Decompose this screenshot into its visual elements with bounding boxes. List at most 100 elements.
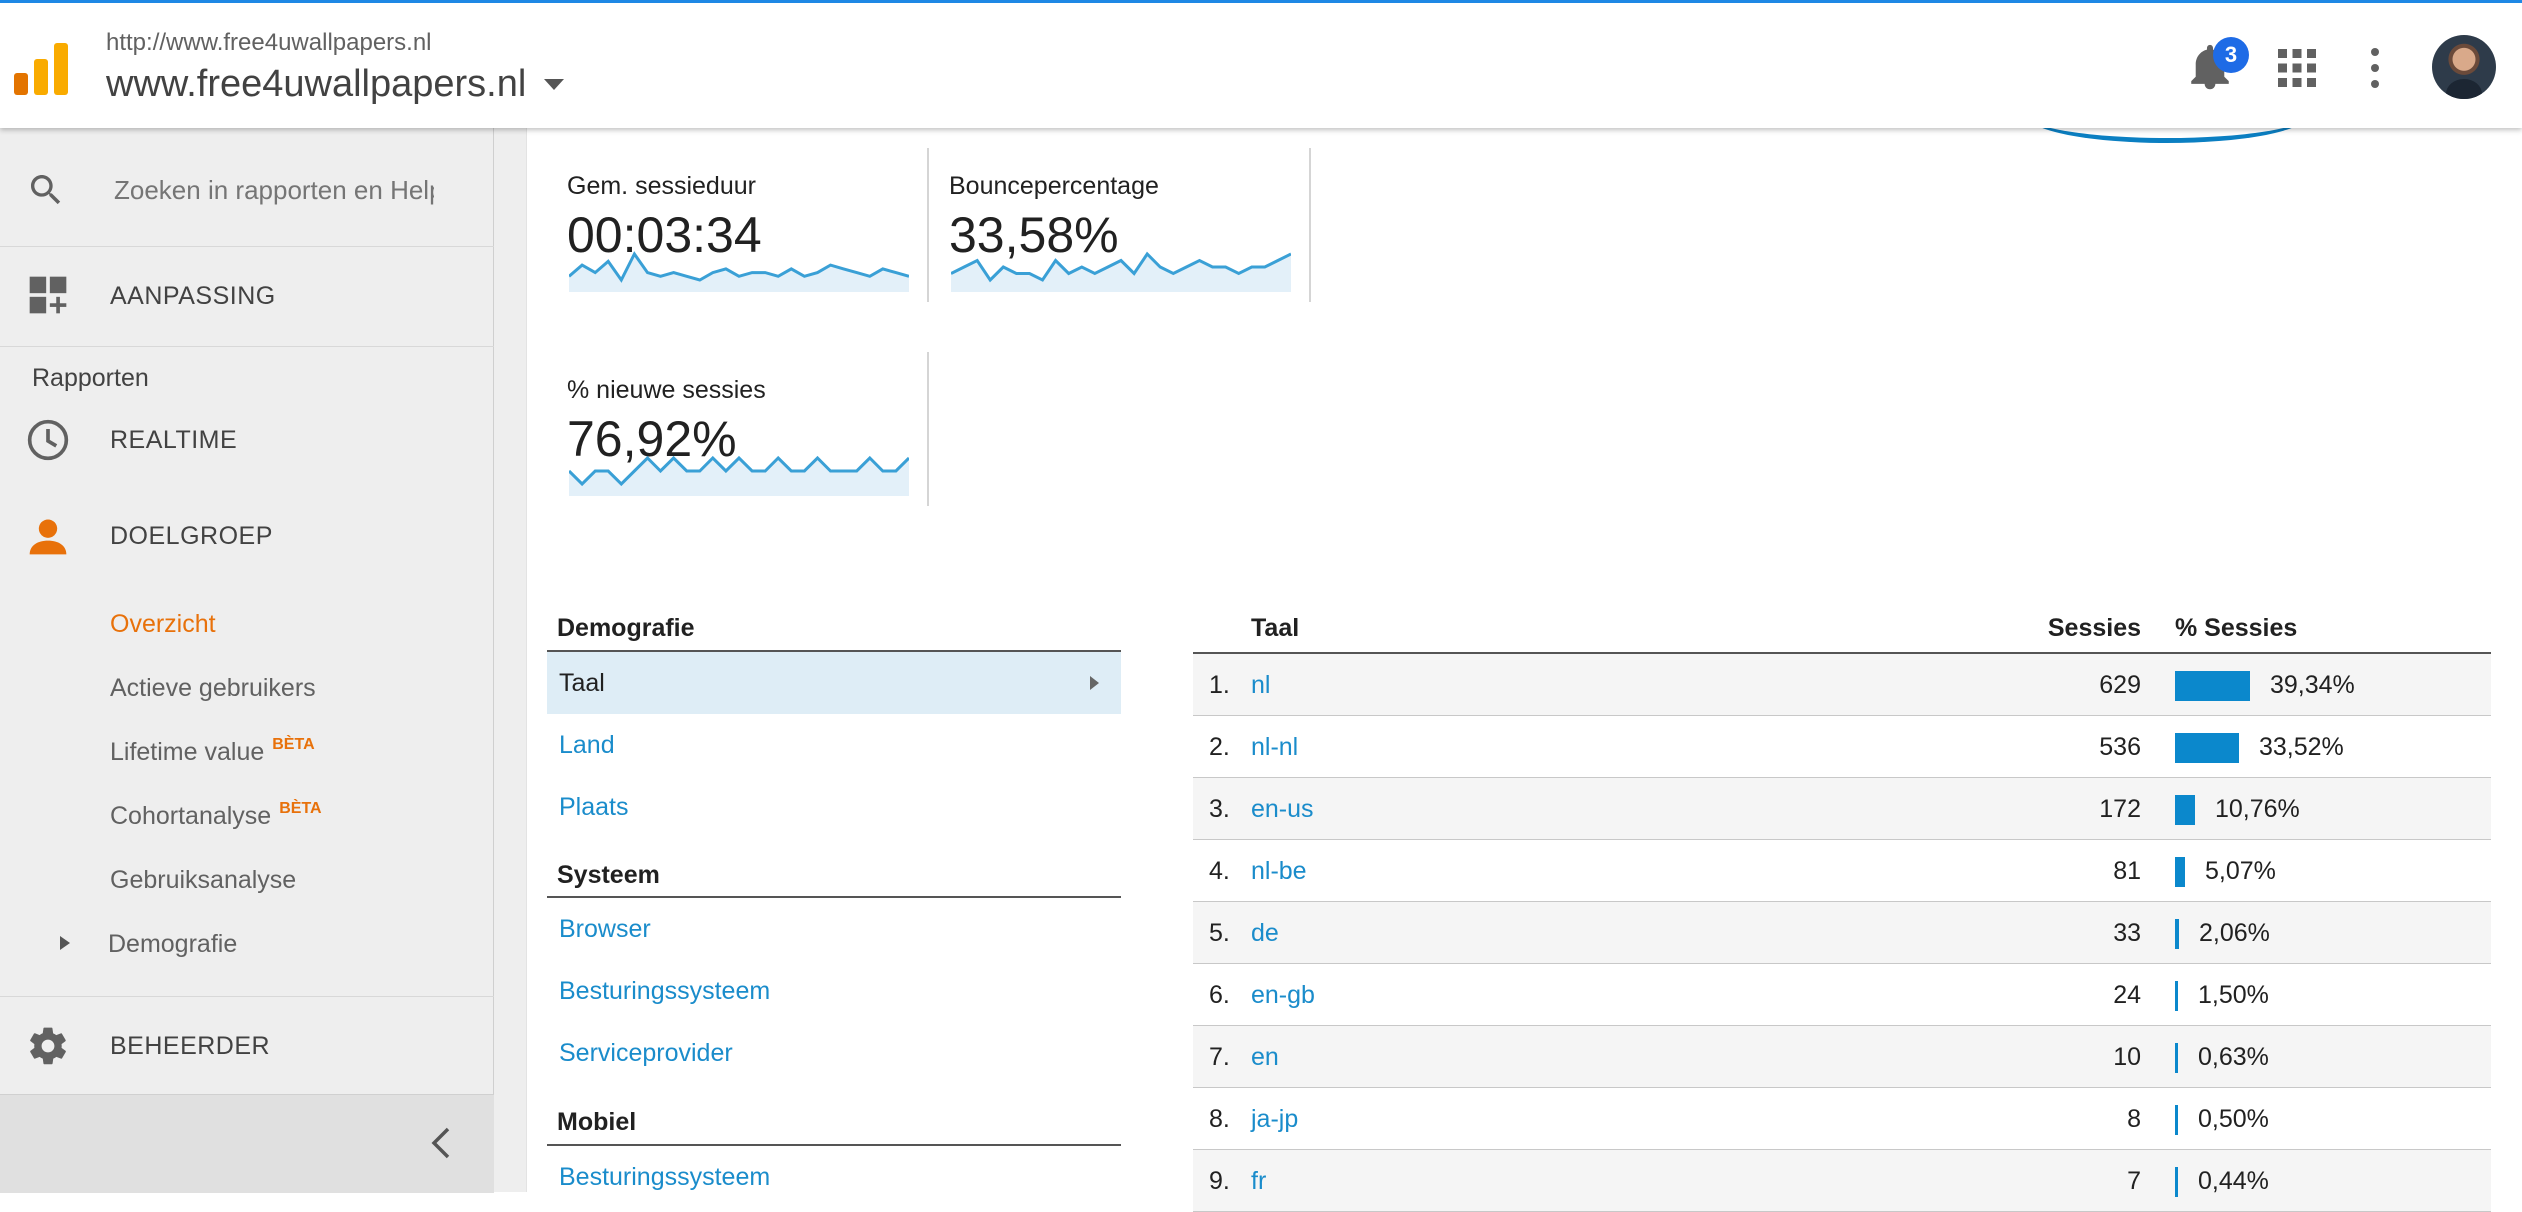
row-rank: 3. [1209, 795, 1230, 823]
sidebar-item-overview[interactable]: Overzicht [110, 610, 216, 639]
table-row[interactable]: 3. en-us 172 10,76% [1193, 778, 2491, 840]
sidebar-item-label: Gebruiksanalyse [110, 866, 297, 894]
row-percent: 2,06% [2199, 919, 2270, 947]
chevron-down-icon [544, 79, 565, 90]
property-url: http://www.free4uwallpapers.nl [106, 29, 432, 56]
row-rank: 1. [1209, 671, 1230, 699]
demographics-item-label: Taal [559, 669, 605, 697]
divider [547, 1144, 1121, 1146]
sparkline [569, 455, 909, 496]
main-content: Gem. sessieduur 00:03:34 Bouncepercentag… [494, 128, 2522, 1212]
more-vert-icon[interactable] [2368, 47, 2382, 89]
report-card: Gem. sessieduur 00:03:34 Bouncepercentag… [526, 128, 2522, 1212]
system-item-provider[interactable]: Serviceprovider [559, 1039, 733, 1068]
column-header-sessions[interactable]: Sessies [2048, 614, 2141, 643]
row-percent-bar [2175, 1043, 2178, 1073]
table-row[interactable]: 8. ja-jp 8 0,50% [1193, 1088, 2491, 1150]
table-row[interactable]: 7. en 10 0,63% [1193, 1026, 2491, 1088]
nav-customization-label: AANPASSING [110, 282, 276, 310]
row-percent-bar [2175, 1105, 2178, 1135]
row-language-link[interactable]: nl [1251, 671, 1270, 700]
row-language-link[interactable]: ja-jp [1251, 1105, 1298, 1134]
table-row[interactable]: 2. nl-nl 536 33,52% [1193, 716, 2491, 778]
search-input[interactable] [112, 168, 436, 212]
sparkline-area [569, 458, 909, 496]
row-percent-bar [2175, 733, 2239, 763]
row-language-link[interactable]: en-us [1251, 795, 1314, 824]
row-percent-bar [2175, 671, 2250, 701]
row-percent: 0,63% [2198, 1043, 2269, 1071]
metric-label: % nieuwe sessies [567, 376, 766, 404]
top-header: http://www.free4uwallpapers.nl www.free4… [0, 0, 2522, 128]
sidebar-item-lifetime-value[interactable]: Lifetime value BÈTA [110, 736, 315, 767]
row-language-link[interactable]: en [1251, 1043, 1279, 1072]
row-language-link[interactable]: nl-nl [1251, 733, 1298, 762]
nav-customization[interactable]: AANPASSING [0, 246, 494, 344]
divider [0, 996, 494, 997]
chevron-left-icon[interactable] [428, 1125, 454, 1161]
row-rank: 2. [1209, 733, 1230, 761]
row-sessions: 536 [2099, 733, 2141, 761]
row-language-link[interactable]: en-gb [1251, 981, 1315, 1010]
sidebar-item-demographics[interactable]: Demografie [108, 930, 237, 959]
nav-admin[interactable]: BEHEERDER [0, 998, 494, 1094]
metric-bounce-rate[interactable]: Bouncepercentage 33,58% [949, 148, 1311, 302]
row-percent-bar [2175, 795, 2195, 825]
sidebar-collapse-bar [0, 1094, 494, 1193]
column-header-language[interactable]: Taal [1251, 614, 1299, 643]
search-icon[interactable] [26, 170, 66, 210]
row-rank: 5. [1209, 919, 1230, 947]
divider [547, 896, 1121, 898]
gear-icon [30, 1027, 66, 1065]
mobile-item-os[interactable]: Besturingssysteem [559, 1163, 770, 1192]
row-percent: 33,52% [2259, 733, 2344, 761]
demographics-item-language[interactable]: Taal [547, 652, 1121, 714]
row-percent-bar [2175, 1167, 2178, 1197]
nav-audience[interactable]: DOELGROEP [0, 500, 494, 570]
system-item-browser[interactable]: Browser [559, 915, 651, 944]
row-sessions: 8 [2127, 1105, 2141, 1133]
row-rank: 7. [1209, 1043, 1230, 1071]
row-language-link[interactable]: de [1251, 919, 1279, 948]
table-row[interactable]: 1. nl 629 39,34% [1193, 654, 2491, 716]
sidebar-item-active-users[interactable]: Actieve gebruikers [110, 674, 316, 703]
row-sessions: 10 [2113, 1043, 2141, 1071]
sidebar-item-label: Overzicht [110, 610, 216, 638]
arrow-right-icon [1090, 676, 1099, 690]
row-percent: 1,50% [2198, 981, 2269, 1009]
column-header-percent[interactable]: % Sessies [2175, 614, 2297, 643]
sidebar: AANPASSING Rapporten REALTIME DOELGROEP … [0, 128, 499, 1193]
row-sessions: 172 [2099, 795, 2141, 823]
metric-new-sessions[interactable]: % nieuwe sessies 76,92% [567, 352, 929, 506]
table-row[interactable]: 6. en-gb 24 1,50% [1193, 964, 2491, 1026]
metric-label: Bouncepercentage [949, 172, 1159, 200]
row-percent: 10,76% [2215, 795, 2300, 823]
table-row[interactable]: 9. fr 7 0,44% [1193, 1150, 2491, 1212]
analytics-logo-icon[interactable] [14, 43, 68, 95]
sidebar-item-cohort-analysis[interactable]: Cohortanalyse BÈTA [110, 800, 322, 831]
notification-badge: 3 [2213, 37, 2249, 73]
table-row[interactable]: 5. de 33 2,06% [1193, 902, 2491, 964]
demographics-item-country[interactable]: Land [559, 731, 615, 760]
sidebar-item-label: Lifetime value [110, 738, 265, 766]
sidebar-item-usage-analysis[interactable]: Gebruiksanalyse [110, 866, 296, 895]
row-sessions: 33 [2113, 919, 2141, 947]
table-row[interactable]: 4. nl-be 81 5,07% [1193, 840, 2491, 902]
avatar[interactable] [2432, 35, 2496, 99]
row-percent-bar [2175, 919, 2179, 949]
demographics-item-city[interactable]: Plaats [559, 793, 628, 822]
row-sessions: 629 [2099, 671, 2141, 699]
system-item-os[interactable]: Besturingssysteem [559, 977, 770, 1006]
expand-triangle-icon[interactable] [60, 936, 70, 950]
row-percent: 39,34% [2270, 671, 2355, 699]
property-selector[interactable]: www.free4uwallpapers.nl [106, 63, 565, 106]
beta-badge: BÈTA [279, 800, 322, 817]
apps-grid-icon[interactable] [2278, 49, 2316, 87]
row-percent-bar [2175, 857, 2185, 887]
sidebar-item-label: Cohortanalyse [110, 802, 272, 830]
row-language-link[interactable]: nl-be [1251, 857, 1307, 886]
sparkline [569, 251, 909, 292]
person-icon [29, 519, 67, 555]
nav-realtime[interactable]: REALTIME [0, 404, 494, 474]
metric-avg-session-duration[interactable]: Gem. sessieduur 00:03:34 [567, 148, 929, 302]
